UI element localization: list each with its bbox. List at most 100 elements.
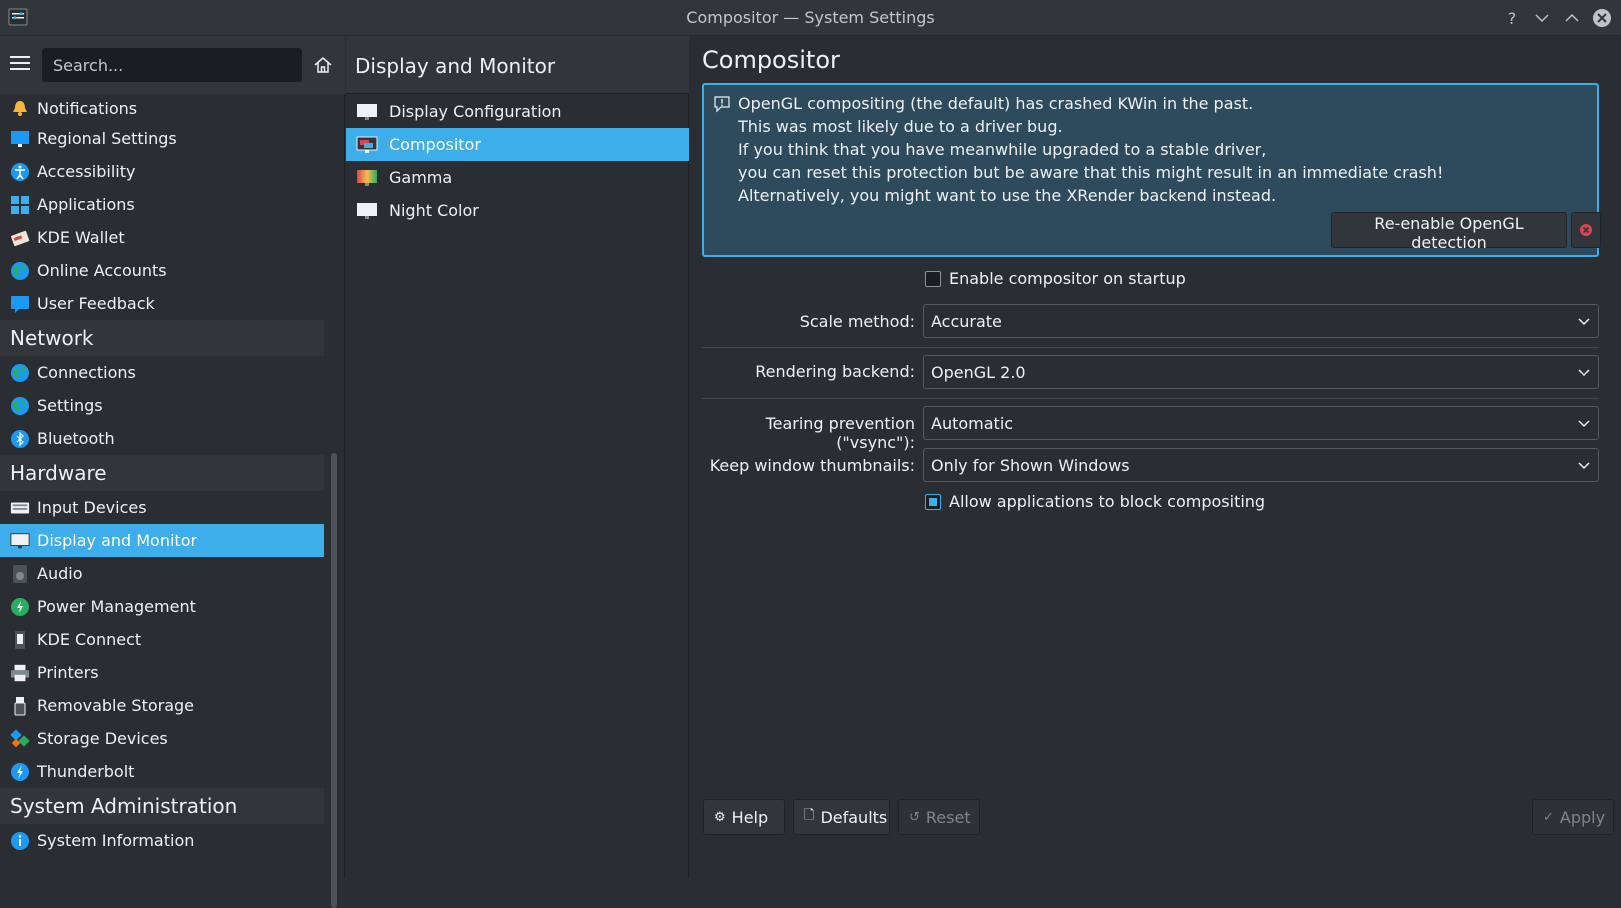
- subcategory-item-compositor[interactable]: Compositor: [346, 128, 689, 161]
- scale-method-label: Scale method:: [799, 312, 915, 331]
- sidebar-item-display-and-monitor[interactable]: Display and Monitor: [0, 524, 324, 557]
- sidebar-item-printers[interactable]: Printers: [0, 656, 324, 689]
- reenable-opengl-button[interactable]: Re-enable OpenGL detection: [1331, 212, 1567, 252]
- sidebar-item-thunderbolt[interactable]: Thunderbolt: [0, 755, 324, 788]
- sidebar-item-label: Regional Settings: [37, 129, 177, 148]
- monitor-icon: [357, 103, 377, 120]
- help-button[interactable]: ⚙ Help: [703, 799, 785, 835]
- opengl-warning-message: OpenGL compositing (the default) has cra…: [702, 83, 1601, 257]
- sidebar-item-connections[interactable]: Connections: [0, 356, 324, 389]
- keep-thumbnails-select[interactable]: Only for Shown Windows: [923, 448, 1599, 482]
- bell-icon: [10, 98, 30, 118]
- sidebar-item-bluetooth[interactable]: Bluetooth: [0, 422, 324, 455]
- defaults-button[interactable]: 🗋 Defaults: [793, 799, 890, 835]
- sidebar-item-label: Bluetooth: [37, 429, 115, 448]
- sidebar-item-notifications[interactable]: Notifications: [0, 94, 324, 122]
- undo-icon: ↺: [909, 809, 920, 825]
- sidebar-scrollbar-thumb[interactable]: [331, 453, 337, 908]
- feedback-icon: [10, 294, 30, 314]
- printer-icon: [10, 663, 30, 683]
- chevron-down-icon: [1578, 318, 1590, 326]
- sidebar-item-label: Input Devices: [37, 498, 147, 517]
- rendering-backend-label: Rendering backend:: [755, 362, 915, 381]
- category-network: Network: [0, 320, 324, 356]
- sidebar-item-audio[interactable]: Audio: [0, 557, 324, 590]
- subcategory-label: Gamma: [389, 168, 453, 187]
- sidebar-item-label: System Information: [37, 831, 195, 850]
- monitor-icon: [10, 531, 30, 551]
- subcategory-list: Display Configuration Compositor Gamma N…: [346, 95, 689, 227]
- subcategory-item-gamma[interactable]: Gamma: [346, 161, 689, 194]
- home-icon[interactable]: [312, 54, 334, 76]
- phone-icon: [10, 630, 30, 650]
- sidebar-item-label: Audio: [37, 564, 83, 583]
- dismiss-warning-button[interactable]: [1571, 212, 1601, 248]
- sidebar-item-label: Online Accounts: [37, 261, 167, 280]
- subcategory-label: Display Configuration: [389, 102, 562, 121]
- sidebar-item-kde-wallet[interactable]: KDE Wallet: [0, 221, 324, 254]
- info-icon: [10, 831, 30, 851]
- close-icon[interactable]: [1590, 6, 1614, 30]
- sidebar-item-label: Printers: [37, 663, 99, 682]
- compositor-icon: [356, 136, 378, 153]
- hamburger-menu-icon[interactable]: [10, 56, 30, 74]
- sidebar-item-label: Accessibility: [37, 162, 136, 181]
- sidebar-item-online-accounts[interactable]: Online Accounts: [0, 254, 324, 287]
- sidebar-item-label: Display and Monitor: [37, 531, 198, 550]
- enable-compositor-startup-label: Enable compositor on startup: [949, 269, 1186, 288]
- sidebar-item-system-information[interactable]: System Information: [0, 824, 324, 857]
- sidebar-header: [0, 36, 345, 94]
- sidebar-item-accessibility[interactable]: Accessibility: [0, 155, 324, 188]
- maximize-icon[interactable]: [1560, 6, 1584, 30]
- storage-icon: [10, 728, 30, 749]
- document-icon: 🗋: [804, 808, 815, 823]
- sidebar-item-label: Power Management: [37, 597, 196, 616]
- applications-icon: [10, 195, 30, 215]
- sidebar-item-network-settings[interactable]: Settings: [0, 389, 324, 422]
- sidebar-item-label: Thunderbolt: [37, 762, 135, 781]
- sidebar: Notifications Regional Settings Accessib…: [0, 36, 345, 908]
- regional-icon: [10, 129, 30, 149]
- globe-icon: [10, 363, 30, 383]
- keep-thumbnails-label: Keep window thumbnails:: [709, 456, 915, 475]
- checkmark-icon: ✓: [1543, 809, 1554, 825]
- reset-button[interactable]: ↺ Reset: [898, 799, 980, 835]
- minimize-icon[interactable]: [1530, 6, 1554, 30]
- category-hardware: Hardware: [0, 455, 324, 491]
- help-icon[interactable]: ?: [1500, 6, 1524, 30]
- sidebar-item-removable-storage[interactable]: Removable Storage: [0, 689, 324, 722]
- sidebar-item-label: KDE Connect: [37, 630, 142, 649]
- chevron-down-icon: [1578, 420, 1590, 428]
- sidebar-item-power-management[interactable]: Power Management: [0, 590, 324, 623]
- page-title: Compositor: [702, 46, 840, 74]
- subcategory-item-display-configuration[interactable]: Display Configuration: [346, 95, 689, 128]
- sidebar-item-user-feedback[interactable]: User Feedback: [0, 287, 324, 320]
- sidebar-item-label: Applications: [37, 195, 135, 214]
- sidebar-item-regional-settings[interactable]: Regional Settings: [0, 122, 324, 155]
- allow-block-compositing-row[interactable]: Allow applications to block compositing: [925, 492, 1265, 511]
- tearing-prevention-select[interactable]: Automatic: [923, 406, 1599, 440]
- sidebar-item-label: User Feedback: [37, 294, 155, 313]
- warning-icon: [714, 96, 730, 113]
- enable-compositor-startup-checkbox[interactable]: [925, 270, 941, 287]
- rendering-backend-select[interactable]: OpenGL 2.0: [923, 355, 1599, 389]
- sidebar-item-kde-connect[interactable]: KDE Connect: [0, 623, 324, 656]
- sidebar-item-storage-devices[interactable]: Storage Devices: [0, 722, 324, 755]
- search-input[interactable]: [42, 48, 302, 82]
- window-title: Compositor — System Settings: [686, 8, 935, 27]
- sidebar-item-applications[interactable]: Applications: [0, 188, 324, 221]
- apply-button[interactable]: ✓ Apply: [1532, 799, 1614, 835]
- wallet-icon: [10, 228, 30, 248]
- tearing-prevention-label: Tearing prevention ("vsync"):: [765, 414, 915, 452]
- sidebar-item-label: Notifications: [37, 98, 138, 118]
- category-system-administration: System Administration: [0, 788, 324, 824]
- enable-compositor-startup-row[interactable]: Enable compositor on startup: [925, 269, 1186, 288]
- speaker-icon: [10, 564, 30, 584]
- subcategory-item-night-color[interactable]: Night Color: [346, 194, 689, 227]
- sidebar-item-label: Removable Storage: [37, 696, 195, 715]
- scale-method-select[interactable]: Accurate: [923, 304, 1599, 338]
- allow-block-compositing-checkbox[interactable]: [925, 493, 941, 510]
- chevron-down-icon: [1578, 369, 1590, 377]
- globe-icon: [10, 261, 30, 281]
- sidebar-item-input-devices[interactable]: Input Devices: [0, 491, 324, 524]
